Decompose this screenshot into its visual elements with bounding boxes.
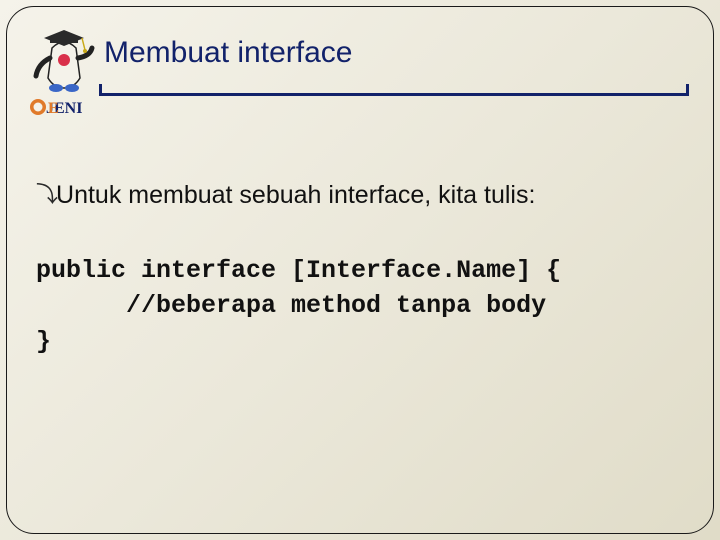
logo-stack: JENI E bbox=[30, 30, 98, 125]
code-line-3: } bbox=[36, 327, 51, 356]
bullet-paragraph: ⤵Untuk membuat sebuah interface, kita tu… bbox=[36, 178, 684, 213]
bullet-text: Untuk membuat sebuah interface, kita tul… bbox=[56, 181, 535, 209]
slide-body: ⤵Untuk membuat sebuah interface, kita tu… bbox=[36, 178, 684, 359]
slide-title: Membuat interface bbox=[104, 36, 352, 70]
bullet-icon: ⤵ bbox=[36, 182, 56, 207]
code-line-1: public interface [Interface.Name] { bbox=[36, 256, 561, 285]
svg-text:E: E bbox=[48, 100, 59, 117]
java-duke-icon: JENI E bbox=[30, 30, 98, 125]
title-underline bbox=[100, 93, 688, 96]
code-block: public interface [Interface.Name] { //be… bbox=[36, 253, 684, 360]
code-line-2: //beberapa method tanpa body bbox=[36, 291, 546, 320]
